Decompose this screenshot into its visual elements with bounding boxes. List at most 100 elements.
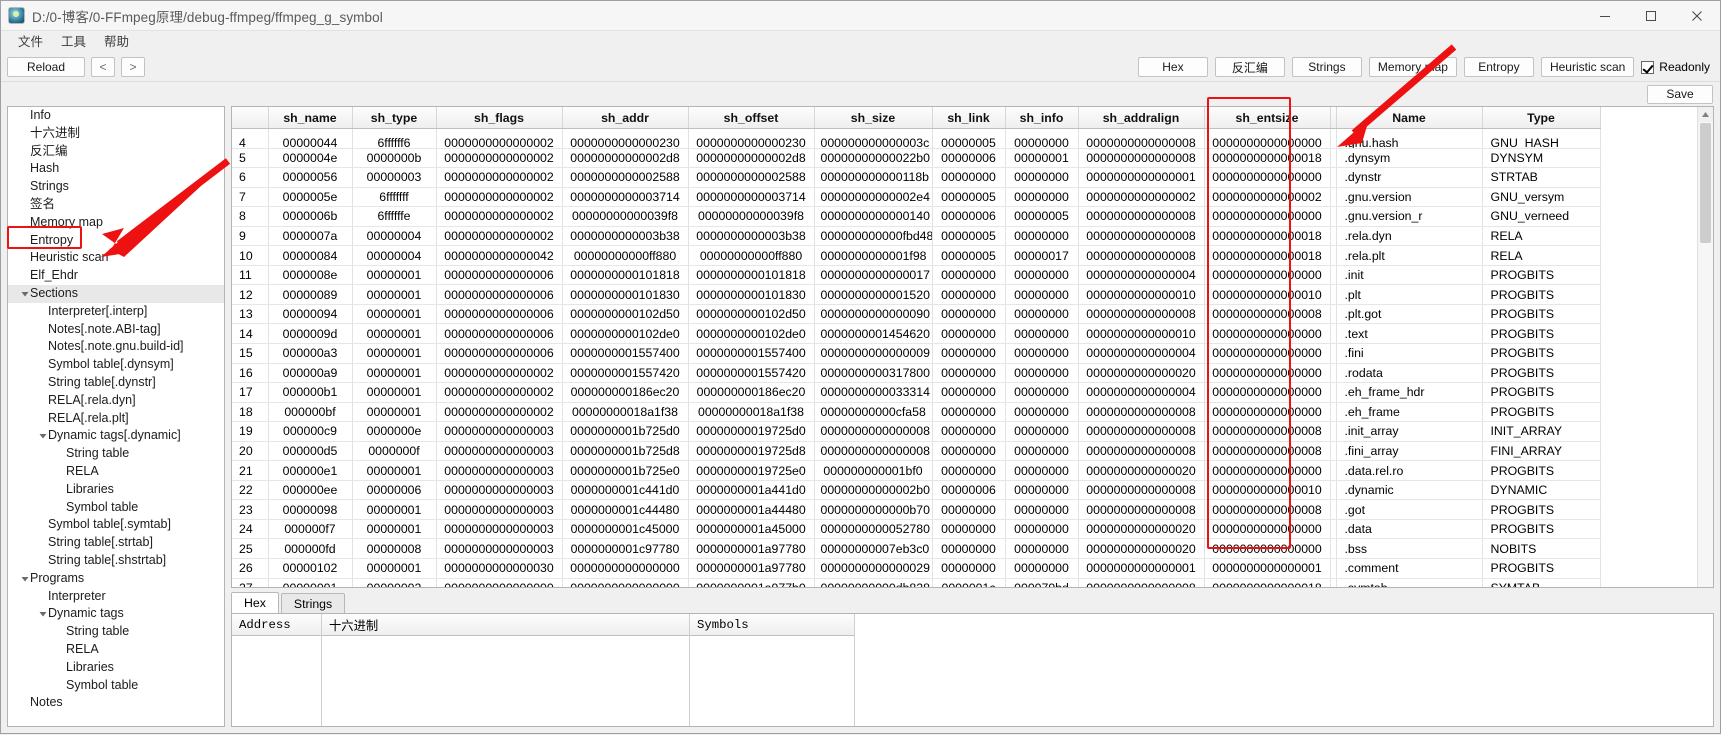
scroll-up-icon[interactable] <box>1698 107 1713 122</box>
tree-item-string-table-shstrtab[interactable]: String table[.shstrtab] <box>8 552 224 570</box>
table-row[interactable]: 6000000560000000300000000000000020000000… <box>232 168 1600 188</box>
heuristic-scan-button[interactable]: Heuristic scan <box>1541 57 1634 77</box>
chevron-down-icon[interactable] <box>37 432 48 440</box>
tree-item-programs[interactable]: Programs <box>8 570 224 588</box>
tree-item-[interactable]: 反汇编 <box>8 143 224 161</box>
chevron-down-icon[interactable] <box>37 610 48 618</box>
table-header-row[interactable]: sh_namesh_typesh_flagssh_addrsh_offsetsh… <box>232 107 1600 129</box>
column-header-sh_offset[interactable]: sh_offset <box>688 107 814 129</box>
tree-item-symbol-table[interactable]: Symbol table <box>8 677 224 695</box>
tree-item-notes[interactable]: Notes <box>8 694 224 712</box>
memory-map-button[interactable]: Memory map <box>1369 57 1457 77</box>
table-row[interactable]: 1300000094000000010000000000000006000000… <box>232 304 1600 324</box>
tree-item-notes-note-abi-tag[interactable]: Notes[.note.ABI-tag] <box>8 321 224 339</box>
column-header-sh_info[interactable]: sh_info <box>1005 107 1078 129</box>
strings-button[interactable]: Strings <box>1292 57 1362 77</box>
column-header-sh_addr[interactable]: sh_addr <box>562 107 688 129</box>
close-icon[interactable] <box>1674 1 1720 30</box>
table-vertical-scrollbar[interactable] <box>1697 107 1713 587</box>
reload-button[interactable]: Reload <box>7 57 85 77</box>
menu-tools[interactable]: 工具 <box>52 31 95 53</box>
table-row[interactable]: 140000009d000000010000000000000006000000… <box>232 324 1600 344</box>
minimize-icon[interactable] <box>1582 1 1628 30</box>
hex-button[interactable]: Hex <box>1138 57 1208 77</box>
tree-item-heuristic-scan[interactable]: Heuristic scan <box>8 249 224 267</box>
table-row[interactable]: 15000000a3000000010000000000000006000000… <box>232 344 1600 364</box>
column-header-sh_name[interactable]: sh_name <box>268 107 352 129</box>
table-row[interactable]: 16000000a9000000010000000000000002000000… <box>232 363 1600 383</box>
table-row[interactable]: 1200000089000000010000000000000006000000… <box>232 285 1600 305</box>
table-row[interactable]: 20000000d50000000f0000000000000003000000… <box>232 441 1600 461</box>
table-row[interactable]: 70000005e6fffffff00000000000000020000000… <box>232 187 1600 207</box>
column-header-blank-0[interactable] <box>232 107 268 129</box>
back-button[interactable]: < <box>91 57 115 77</box>
tree-item-strings[interactable]: Strings <box>8 178 224 196</box>
menu-help[interactable]: 帮助 <box>95 31 138 53</box>
readonly-checkbox[interactable]: Readonly <box>1641 60 1710 74</box>
column-header-sh_size[interactable]: sh_size <box>814 107 932 129</box>
column-header-sh_addralign[interactable]: sh_addralign <box>1078 107 1204 129</box>
sections-table-scroll[interactable]: sh_namesh_typesh_flagssh_addrsh_offsetsh… <box>232 107 1697 587</box>
scrollbar-thumb[interactable] <box>1700 123 1711 243</box>
tree-item-rela-rela-dyn[interactable]: RELA[.rela.dyn] <box>8 392 224 410</box>
tree-item-[interactable]: 十六进制 <box>8 125 224 143</box>
tree-item-memory-map[interactable]: Memory map <box>8 214 224 232</box>
table-row[interactable]: 19000000c90000000e0000000000000003000000… <box>232 422 1600 442</box>
tree-item-info[interactable]: Info <box>8 107 224 125</box>
tree-item-[interactable]: 签名 <box>8 196 224 214</box>
chevron-down-icon[interactable] <box>19 290 30 298</box>
tree-item-rela-rela-plt[interactable]: RELA[.rela.plt] <box>8 410 224 428</box>
maximize-icon[interactable] <box>1628 1 1674 30</box>
table-row[interactable]: 90000007a0000000400000000000000020000000… <box>232 226 1600 246</box>
table-row[interactable]: 2300000098000000010000000000000003000000… <box>232 500 1600 520</box>
tree-item-string-table[interactable]: String table <box>8 623 224 641</box>
table-row[interactable]: 110000008e000000010000000000000006000000… <box>232 265 1600 285</box>
disassemble-button[interactable]: 反汇编 <box>1215 57 1285 77</box>
tree-item-rela[interactable]: RELA <box>8 463 224 481</box>
table-row[interactable]: 21000000e1000000010000000000000003000000… <box>232 461 1600 481</box>
column-header-sh_entsize[interactable]: sh_entsize <box>1204 107 1330 129</box>
column-header-sh_link[interactable]: sh_link <box>932 107 1005 129</box>
tree-item-string-table-strtab[interactable]: String table[.strtab] <box>8 534 224 552</box>
tab-strings[interactable]: Strings <box>281 593 345 613</box>
table-row[interactable]: 50000004e0000000b00000000000000020000000… <box>232 148 1600 168</box>
tree-item-libraries[interactable]: Libraries <box>8 481 224 499</box>
forward-button[interactable]: > <box>121 57 145 77</box>
table-row[interactable]: 2700000001000000020000000000000000000000… <box>232 578 1600 587</box>
tree-item-libraries[interactable]: Libraries <box>8 659 224 677</box>
tree-item-interpreter[interactable]: Interpreter <box>8 588 224 606</box>
column-header-sh_type[interactable]: sh_type <box>352 107 436 129</box>
table-row[interactable]: 4000000446ffffff600000000000000020000000… <box>232 129 1600 149</box>
tree-item-dynamic-tags[interactable]: Dynamic tags <box>8 605 224 623</box>
tree-item-entropy[interactable]: Entropy <box>8 232 224 250</box>
save-button[interactable]: Save <box>1647 85 1713 104</box>
column-header-sh_flags[interactable]: sh_flags <box>436 107 562 129</box>
tree-item-symbol-table[interactable]: Symbol table <box>8 499 224 517</box>
table-row[interactable]: 18000000bf000000010000000000000002000000… <box>232 402 1600 422</box>
tree-item-hash[interactable]: Hash <box>8 160 224 178</box>
tree-item-rela[interactable]: RELA <box>8 641 224 659</box>
tree-item-symbol-table-dynsym[interactable]: Symbol table[.dynsym] <box>8 356 224 374</box>
table-row[interactable]: 1000000084000000040000000000000042000000… <box>232 246 1600 266</box>
tree-item-dynamic-tags-dynamic[interactable]: Dynamic tags[.dynamic] <box>8 427 224 445</box>
table-row[interactable]: 80000006b6ffffffe00000000000000020000000… <box>232 207 1600 227</box>
table-row[interactable]: 24000000f7000000010000000000000003000000… <box>232 519 1600 539</box>
tree-item-interpreter-interp[interactable]: Interpreter[.interp] <box>8 303 224 321</box>
table-row[interactable]: 25000000fd000000080000000000000003000000… <box>232 539 1600 559</box>
tab-hex[interactable]: Hex <box>231 592 279 613</box>
tree-item-string-table-dynstr[interactable]: String table[.dynstr] <box>8 374 224 392</box>
menu-file[interactable]: 文件 <box>9 31 52 53</box>
navigation-tree[interactable]: Info十六进制反汇编HashStrings签名Memory mapEntrop… <box>7 106 225 727</box>
tree-item-sections[interactable]: Sections <box>8 285 224 303</box>
tree-item-notes-note-gnu-build-id[interactable]: Notes[.note.gnu.build-id] <box>8 338 224 356</box>
table-row[interactable]: 17000000b1000000010000000000000002000000… <box>232 383 1600 403</box>
chevron-down-icon[interactable] <box>19 575 30 583</box>
tree-item-symbol-table-symtab[interactable]: Symbol table[.symtab] <box>8 516 224 534</box>
table-row[interactable]: 22000000ee000000060000000000000003000000… <box>232 480 1600 500</box>
column-header-type[interactable]: Type <box>1482 107 1600 129</box>
tree-item-elf-ehdr[interactable]: Elf_Ehdr <box>8 267 224 285</box>
tree-item-string-table[interactable]: String table <box>8 445 224 463</box>
table-row[interactable]: 2600000102000000010000000000000030000000… <box>232 559 1600 579</box>
column-header-name[interactable]: Name <box>1336 107 1482 129</box>
entropy-button[interactable]: Entropy <box>1464 57 1534 77</box>
